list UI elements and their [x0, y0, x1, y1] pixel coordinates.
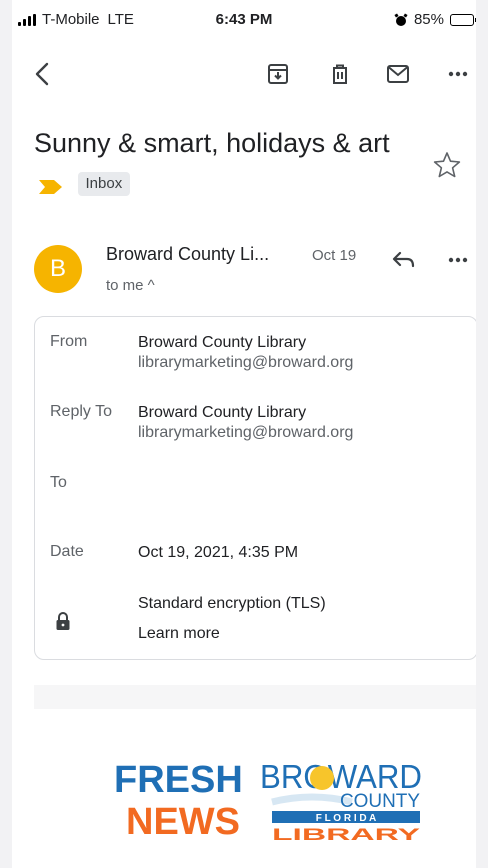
battery-icon: [450, 13, 476, 26]
email-subject: Sunny & smart, holidays & art Inbox: [34, 122, 424, 206]
alarm-icon: [394, 12, 408, 26]
lock-icon: [56, 612, 70, 630]
more-horizontal-icon[interactable]: [444, 60, 472, 88]
message-date: Oct 19: [312, 247, 357, 264]
to-label: To: [50, 474, 67, 491]
from-name: Broward County Library: [138, 334, 307, 351]
encryption-text: Standard encryption (TLS): [138, 595, 326, 612]
date-label: Date: [50, 543, 84, 560]
logo-library: LIBRARY: [272, 825, 421, 842]
star-icon[interactable]: [432, 150, 462, 180]
logo-sun-icon: [310, 766, 334, 790]
sender-name[interactable]: Broward County Li...: [106, 244, 269, 265]
reply-icon[interactable]: [390, 248, 418, 272]
battery-percent: 85%: [413, 11, 444, 28]
message-toolbar: [12, 52, 476, 96]
message-details-card: From Broward County Library librarymarke…: [34, 316, 476, 660]
reply-to-label: Reply To: [50, 403, 112, 420]
importance-marker-icon[interactable]: [38, 179, 64, 195]
from-value[interactable]: Broward County Library librarymarketing@…: [138, 333, 353, 373]
date-value: Oct 19, 2021, 4:35 PM: [138, 544, 299, 561]
fresh-news-broward-library-logo: FRESH NEWS BROWARD COUNTY F L O R I D A …: [114, 758, 422, 842]
status-bar: T-Mobile LTE 6:43 PM 85%: [12, 0, 476, 38]
learn-more-link[interactable]: Learn more: [138, 624, 220, 644]
logo-news: NEWS: [126, 801, 240, 842]
sender-avatar[interactable]: B: [34, 245, 82, 293]
logo-county: COUNTY: [340, 791, 420, 812]
recipient-toggle[interactable]: to me ^: [106, 277, 155, 294]
status-right: 85%: [394, 11, 476, 28]
logo-broward: BROWARD: [260, 758, 422, 795]
reply-to-email: librarymarketing@broward.org: [138, 424, 354, 441]
archive-icon[interactable]: [264, 60, 292, 88]
trash-icon[interactable]: [326, 60, 354, 88]
reply-to-name: Broward County Library: [138, 404, 307, 421]
inbox-label-chip[interactable]: Inbox: [77, 171, 131, 196]
message-more-icon[interactable]: [446, 250, 470, 270]
from-email: librarymarketing@broward.org: [138, 354, 354, 371]
logo-florida: F L O R I D A: [316, 813, 377, 824]
email-screen: T-Mobile LTE 6:43 PM 85% Sunny & smart, …: [12, 0, 476, 868]
subject-text: Sunny & smart, holidays & art: [34, 128, 390, 158]
mail-icon[interactable]: [384, 60, 412, 88]
from-label: From: [50, 333, 88, 350]
logo-fresh: FRESH: [114, 759, 243, 801]
back-icon[interactable]: [28, 60, 56, 88]
message-body-divider: [34, 685, 476, 709]
reply-to-value[interactable]: Broward County Library librarymarketing@…: [138, 403, 353, 443]
